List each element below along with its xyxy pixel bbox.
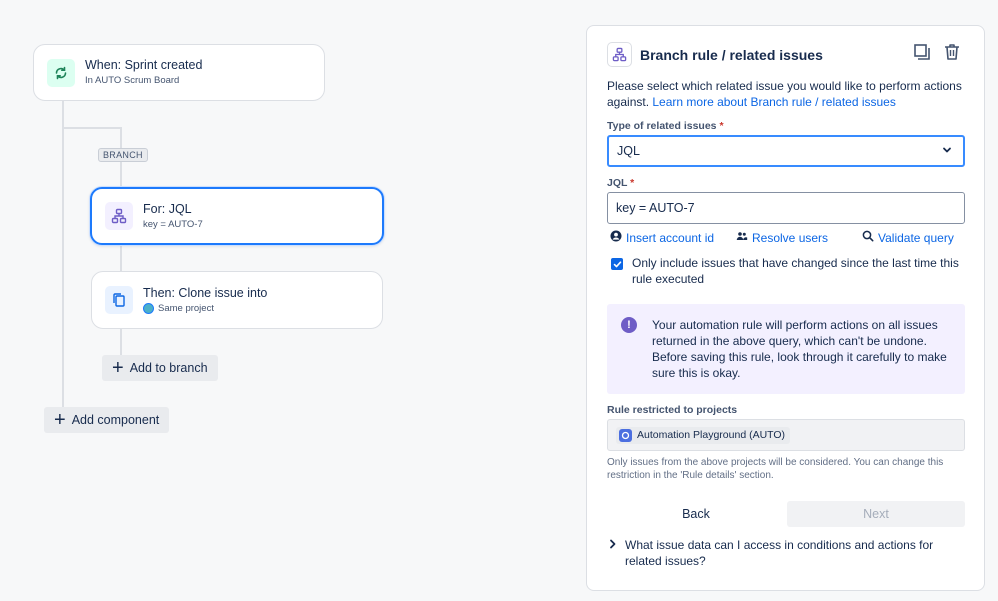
- insert-account-id-button[interactable]: Insert account id: [610, 230, 714, 245]
- required-mark: *: [719, 120, 724, 132]
- insert-account-id-label: Insert account id: [626, 230, 715, 245]
- jql-label: JQL *: [607, 177, 634, 189]
- back-button[interactable]: Back: [607, 501, 785, 527]
- duplicate-icon[interactable]: [912, 42, 932, 67]
- panel-description: Please select which related issue you wo…: [607, 78, 967, 110]
- project-chip-label: Automation Playground (AUTO): [637, 429, 786, 441]
- info-icon: !: [621, 317, 637, 333]
- user-circle-icon: [610, 230, 622, 245]
- restricted-label: Rule restricted to projects: [607, 404, 738, 416]
- jql-value: key = AUTO-7: [616, 201, 695, 215]
- trash-icon[interactable]: [942, 42, 962, 67]
- add-to-branch-label: Add to branch: [129, 361, 208, 375]
- type-label-text: Type of related issues: [607, 120, 717, 132]
- action-card[interactable]: Then: Clone issue into Same project: [91, 271, 383, 329]
- add-component-label: Add component: [71, 413, 160, 427]
- next-button[interactable]: Next: [787, 501, 965, 527]
- trigger-title: When: Sprint created: [85, 58, 203, 72]
- faq-text: What issue data can I access in conditio…: [625, 538, 934, 568]
- validate-query-button[interactable]: Validate query: [862, 230, 954, 245]
- related-type-select[interactable]: JQL: [607, 135, 965, 167]
- resolve-users-button[interactable]: Resolve users: [736, 230, 828, 245]
- learn-more-link[interactable]: Learn more about Branch rule / related i…: [652, 95, 895, 109]
- jql-input[interactable]: key = AUTO-7: [607, 192, 965, 224]
- trigger-subtitle: In AUTO Scrum Board: [85, 75, 180, 86]
- changed-since-checkbox-row[interactable]: Only include issues that have changed si…: [611, 255, 962, 287]
- faq-expander[interactable]: What issue data can I access in conditio…: [609, 537, 970, 569]
- changed-since-label: Only include issues that have changed si…: [632, 256, 959, 286]
- check-icon: [613, 260, 621, 267]
- hierarchy-icon: [105, 202, 133, 230]
- action-subtitle-row: Same project: [143, 302, 267, 316]
- restriction-help-text: Only issues from the above projects will…: [607, 457, 944, 481]
- branch-config-panel: Branch rule / related issues Please sele…: [586, 25, 985, 591]
- refresh-icon: [47, 58, 75, 87]
- search-icon: [862, 230, 874, 245]
- resolve-users-label: Resolve users: [752, 230, 829, 245]
- plus-icon: +: [54, 409, 66, 431]
- jql-label-text: JQL: [607, 177, 628, 189]
- type-label: Type of related issues *: [607, 120, 724, 132]
- notice-text: Your automation rule will perform action…: [652, 318, 947, 380]
- required-mark: *: [630, 177, 635, 189]
- action-subtitle: Same project: [158, 302, 214, 314]
- connector-trunk: [62, 100, 64, 410]
- action-title: Then: Clone issue into: [143, 285, 268, 300]
- branch-card[interactable]: For: JQL key = AUTO-7: [90, 187, 384, 245]
- plus-icon: +: [112, 357, 124, 379]
- project-chip: Automation Playground (AUTO): [616, 426, 791, 444]
- related-type-value: JQL: [617, 144, 640, 158]
- trigger-card[interactable]: When: Sprint created In AUTO Scrum Board: [33, 44, 325, 101]
- validate-query-label: Validate query: [878, 230, 954, 245]
- branch-tag: BRANCH: [98, 148, 148, 162]
- project-icon: [619, 428, 632, 442]
- panel-title: Branch rule / related issues: [640, 46, 823, 63]
- panel-header: Branch rule / related issues: [607, 42, 823, 67]
- project-avatar-icon: [143, 303, 154, 314]
- add-to-branch-button[interactable]: + Add to branch: [102, 355, 218, 381]
- add-component-button[interactable]: + Add component: [44, 407, 170, 433]
- warning-notice: ! Your automation rule will perform acti…: [607, 304, 965, 394]
- connector-branch-curve: [62, 127, 122, 129]
- branch-subtitle: key = AUTO-7: [143, 218, 203, 230]
- restricted-projects-field: Automation Playground (AUTO): [607, 419, 965, 451]
- chevron-down-icon: [941, 144, 953, 159]
- hierarchy-icon: [607, 42, 632, 67]
- changed-since-checkbox[interactable]: [611, 258, 623, 270]
- rule-canvas: When: Sprint created In AUTO Scrum Board…: [0, 0, 580, 601]
- people-icon: [736, 230, 748, 245]
- chevron-right-icon: [609, 539, 617, 569]
- branch-title: For: JQL: [143, 201, 192, 216]
- copy-icon: [105, 286, 133, 314]
- panel-actions: [912, 42, 962, 67]
